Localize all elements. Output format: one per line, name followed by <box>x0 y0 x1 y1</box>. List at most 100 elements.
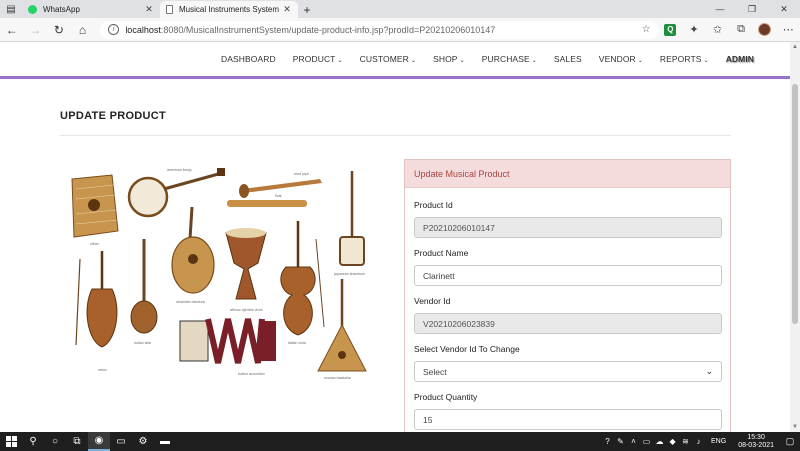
close-icon[interactable]: ✕ <box>144 4 154 15</box>
scroll-down-icon[interactable]: ▼ <box>790 422 800 432</box>
minimize-icon[interactable]: — <box>704 0 736 18</box>
vendor-id-group: Vendor Id V20210206023839 <box>414 296 722 334</box>
help-icon[interactable]: ? <box>601 437 614 446</box>
product-id-label: Product Id <box>414 200 453 210</box>
more-menu-icon[interactable]: ⋯ <box>776 18 800 42</box>
flute-drawing: flute <box>227 194 307 207</box>
battery-icon[interactable]: ▭ <box>640 437 653 446</box>
product-name-label: Product Name <box>414 248 469 258</box>
product-name-group: Product Name Clarinett <box>414 248 722 286</box>
site-navbar: DASHBOARD PRODUCT ⌄ CUSTOMER ⌄ SHOP ⌄ PURCHASE ⌄… <box>0 42 790 76</box>
close-window-icon[interactable]: ✕ <box>768 0 800 18</box>
tab-musical-instruments[interactable]: Musical Instruments System ✕ <box>160 1 298 18</box>
chevron-down-icon: ⌄ <box>531 58 537 64</box>
add-favorite-icon[interactable]: ☆ <box>642 24 651 35</box>
search-icon[interactable]: ⚲ <box>22 432 44 451</box>
chevron-down-icon: ⌄ <box>637 58 643 64</box>
browser-tab-strip: ▤ WhatsApp ✕ Musical Instruments System … <box>0 0 800 18</box>
restore-icon[interactable]: ❐ <box>736 0 768 18</box>
task-view-icon[interactable]: ⧉ <box>66 432 88 451</box>
nav-item-dashboard[interactable]: DASHBOARD <box>221 54 276 64</box>
shamisen-drawing: japanese shamisen <box>333 171 365 276</box>
file-explorer-icon[interactable]: ▬ <box>154 432 176 451</box>
new-tab-button[interactable]: + <box>298 1 316 18</box>
clock[interactable]: 15:30 08-03-2021 <box>738 434 774 450</box>
url-input[interactable]: i localhost:8080/MusicalInstrumentSystem… <box>100 20 659 39</box>
nav-item-vendor[interactable]: VENDOR ⌄ <box>599 54 643 64</box>
label-reed-pipe: reed pipe <box>294 172 309 176</box>
rebec-drawing: rebec <box>75 251 118 372</box>
home-icon[interactable]: ⌂ <box>71 18 95 42</box>
zither-drawing: zither <box>71 174 119 246</box>
whatsapp-icon <box>28 5 37 14</box>
nav-item-admin[interactable]: ADMIN <box>726 54 754 64</box>
scroll-up-icon[interactable]: ▲ <box>790 42 800 52</box>
balalaika-drawing: russian balalaika <box>317 279 367 380</box>
product-id-input[interactable]: P20210206010147 <box>414 217 722 238</box>
document-icon <box>166 5 173 14</box>
page-scrollbar[interactable]: ▲ ▼ <box>790 42 800 432</box>
extension-q[interactable]: Q <box>659 18 683 42</box>
form-header: Update Musical Product <box>405 160 730 188</box>
vendor-id-input[interactable]: V20210206023839 <box>414 313 722 334</box>
profile[interactable] <box>753 18 777 42</box>
vendor-select-group: Select Vendor Id To Change Select ⌄ <box>414 344 722 382</box>
puzzle-extensions-icon[interactable]: ✦ <box>682 18 706 42</box>
tab-actions-icon[interactable]: ▤ <box>0 0 22 18</box>
vendor-id-select[interactable]: Select ⌄ <box>414 361 722 382</box>
cortana-icon[interactable]: ○ <box>44 432 66 451</box>
chevron-up-icon[interactable]: ˄ <box>627 437 640 446</box>
sitar-drawing: indian sitar <box>130 239 158 345</box>
wifi-icon[interactable]: ≋ <box>679 437 692 446</box>
accordion-drawing: button accordion <box>179 318 276 376</box>
language-indicator[interactable]: ENG <box>711 438 726 445</box>
forward-arrow-icon[interactable]: → <box>24 18 48 42</box>
extension-q-icon: Q <box>664 23 677 36</box>
quantity-input[interactable]: 15 <box>414 409 722 430</box>
label-japanese-shamisen: japanese shamisen <box>333 272 365 276</box>
nav-item-shop[interactable]: SHOP ⌄ <box>433 54 465 64</box>
label-button-accordion: button accordion <box>238 372 265 376</box>
product-name-input[interactable]: Clarinett <box>414 265 722 286</box>
refresh-icon[interactable]: ↻ <box>47 18 71 42</box>
page-content: UPDATE PRODUCT zither american banjo ree… <box>0 79 790 432</box>
nav-item-product[interactable]: PRODUCT ⌄ <box>293 54 343 64</box>
windows-taskbar: ⚲ ○ ⧉ ◉ ▭ ⚙ ▬ ? ✎ ˄ ▭ ☁ ◆ ≋ ♪ ENG 15:30 … <box>0 432 800 451</box>
vendor-select-label: Select Vendor Id To Change <box>414 344 520 354</box>
nav-item-customer[interactable]: CUSTOMER ⌄ <box>360 54 416 64</box>
label-zither: zither <box>90 242 100 246</box>
edge-browser-icon[interactable]: ◉ <box>88 432 110 451</box>
favorites-icon[interactable]: ✩ <box>706 18 730 42</box>
nav-item-sales[interactable]: SALES <box>554 54 582 64</box>
nav-item-purchase[interactable]: PURCHASE ⌄ <box>482 54 537 64</box>
pen-icon[interactable]: ✎ <box>614 437 627 446</box>
scroll-thumb[interactable] <box>792 84 798 324</box>
label-italian-viola: italian viola <box>288 341 306 345</box>
back-arrow-icon[interactable]: ← <box>0 18 24 42</box>
system-tray: ? ✎ ˄ ▭ ☁ ◆ ≋ ♪ ENG 15:30 08-03-2021 ▢ <box>601 432 800 451</box>
nav-item-reports[interactable]: REPORTS ⌄ <box>660 54 709 64</box>
terminal-icon[interactable]: ▭ <box>110 432 132 451</box>
tab-whatsapp[interactable]: WhatsApp ✕ <box>22 1 160 18</box>
notification-icon[interactable]: ▢ <box>780 436 800 447</box>
tab-title: Musical Instruments System <box>179 5 280 14</box>
info-icon[interactable]: i <box>108 24 120 35</box>
label-african-djembe-drum: african djembe drum <box>230 308 263 312</box>
close-icon[interactable]: ✕ <box>282 4 292 15</box>
chevron-down-icon: ⌄ <box>705 366 713 376</box>
chevron-down-icon: ⌄ <box>459 58 465 64</box>
volume-icon[interactable]: ♪ <box>692 437 705 446</box>
label-ukrainian-bandura: ukrainian bandura <box>176 300 205 304</box>
cloud-icon[interactable]: ☁ <box>653 437 666 446</box>
label-american-banjo: american banjo <box>167 168 192 172</box>
address-bar: ← → ↻ ⌂ i localhost:8080/MusicalInstrume… <box>0 18 800 42</box>
label-indian-sitar: indian sitar <box>134 341 152 345</box>
settings-gear-icon[interactable]: ⚙ <box>132 432 154 451</box>
dropbox-icon[interactable]: ◆ <box>666 437 679 446</box>
page-title: UPDATE PRODUCT <box>60 110 167 122</box>
label-russian-balalaika: russian balalaika <box>324 376 351 380</box>
url-text: localhost:8080/MusicalInstrumentSystem/u… <box>125 24 496 35</box>
chevron-down-icon: ⌄ <box>410 58 417 64</box>
collections-icon[interactable]: ⧉ <box>729 18 753 42</box>
start-button[interactable] <box>0 432 22 451</box>
